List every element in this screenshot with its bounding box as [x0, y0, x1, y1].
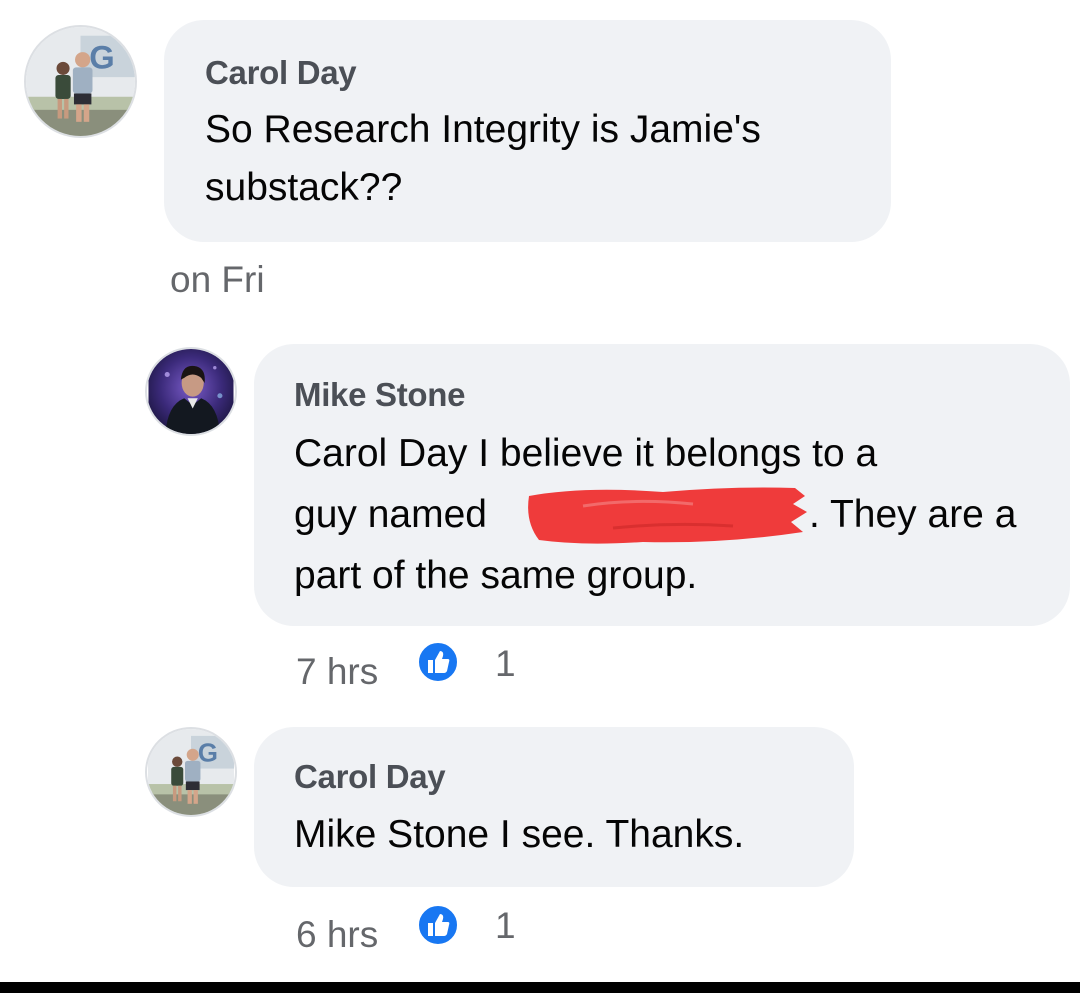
comment-author[interactable]: Carol Day [205, 54, 357, 92]
comment-text-line: . They are a [809, 493, 1017, 536]
comment-text-line: guy named [294, 493, 487, 536]
carol-day-avatar[interactable]: G [145, 727, 237, 817]
comment-text-line: Mike Stone I see. Thanks. [294, 813, 745, 856]
reaction-count[interactable]: 1 [495, 643, 516, 685]
avatar-photo-icon: G [148, 729, 234, 815]
svg-text:G: G [198, 740, 218, 768]
comment-timestamp[interactable]: 6 hrs [296, 914, 378, 956]
comment-bubble [254, 727, 854, 887]
reaction-count[interactable]: 1 [495, 905, 516, 947]
comment-text-line: substack?? [205, 166, 403, 209]
comment-author[interactable]: Mike Stone [294, 376, 466, 414]
svg-text:G: G [89, 38, 114, 75]
comment-text-line: part of the same group. [294, 554, 698, 597]
redaction-scribble [523, 482, 809, 548]
like-icon[interactable] [416, 903, 460, 947]
comment-text-line: So Research Integrity is Jamie's [205, 108, 761, 151]
comment-timestamp[interactable]: on Fri [170, 259, 265, 301]
avatar-photo-icon: G [26, 27, 135, 136]
avatar-photo-icon [148, 349, 234, 434]
comment-author[interactable]: Carol Day [294, 758, 446, 796]
comment-timestamp[interactable]: 7 hrs [296, 651, 378, 693]
like-icon[interactable] [416, 640, 460, 684]
bottom-edge-bar [0, 982, 1080, 993]
comment-text-line: Carol Day I believe it belongs to a [294, 432, 878, 475]
carol-day-avatar[interactable]: G [24, 25, 137, 138]
mike-stone-avatar[interactable] [145, 347, 237, 436]
